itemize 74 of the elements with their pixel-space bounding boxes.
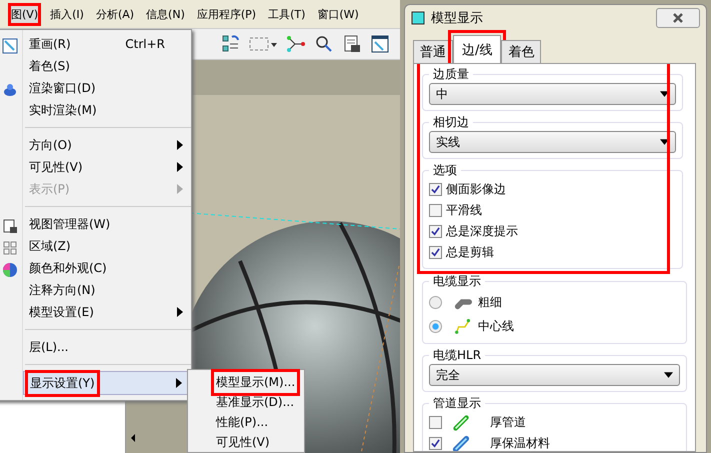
menu-item[interactable]: 重画(R) Ctrl+R [23, 33, 191, 55]
view-manager-icon [2, 218, 18, 234]
menu-bar-item[interactable]: 分析(A) [92, 2, 138, 26]
submenu-arrow-icon [176, 378, 182, 388]
tab[interactable]: 着色 [501, 40, 542, 63]
checkbox-label: 侧面影像边 [446, 181, 506, 198]
menu-bar-item[interactable]: 应用程序(P) [194, 2, 260, 26]
checkbox-label: 厚保温材料 [490, 435, 550, 451]
window-icon[interactable] [370, 34, 390, 54]
dropdown[interactable]: 中 [429, 83, 676, 105]
menu-item[interactable]: 颜色和外观(C) [23, 257, 191, 279]
menu-item[interactable]: 可见性(V) [188, 432, 304, 452]
group-label: 管道显示 [432, 395, 482, 412]
menu-bar-item[interactable]: 插入(I) [47, 2, 87, 26]
checkbox-label: 总是剪辑 [446, 244, 494, 261]
menu-item[interactable]: 视图管理器(W) [23, 213, 191, 235]
repaint-icon [2, 38, 18, 54]
group-label: 电缆显示 [432, 273, 482, 290]
radio-label: 粗细 [478, 294, 502, 310]
checkbox[interactable] [429, 437, 442, 450]
checkbox-label: 平滑线 [446, 202, 482, 219]
checkbox[interactable] [429, 416, 442, 429]
menu-item[interactable]: 基准显示(D)... [188, 392, 304, 412]
checkbox[interactable] [429, 183, 442, 196]
radio-label: 中心线 [478, 318, 514, 334]
camera-sheet-icon[interactable] [342, 34, 362, 54]
group-label: 相切边 [432, 114, 470, 131]
menu-item[interactable]: 方向(O) [23, 134, 191, 156]
checkbox[interactable] [429, 225, 442, 238]
submenu-arrow-icon [177, 140, 183, 150]
menu-item[interactable]: 实时渲染(M) [23, 99, 191, 121]
node-connector-icon[interactable] [286, 34, 306, 54]
centerline-icon [454, 317, 472, 335]
submenu-arrow-icon [177, 162, 183, 172]
close-button[interactable] [656, 8, 700, 28]
menu-item[interactable]: 模型设置(E) [23, 301, 191, 323]
menu-item[interactable]: 注释方向(N) [23, 279, 191, 301]
group-label: 电缆HLR [432, 347, 482, 364]
cube-icon [411, 11, 425, 25]
menu-item[interactable]: 可见性(V) [23, 156, 191, 178]
color-wheel-icon [2, 262, 18, 278]
menu-item[interactable]: 层(L)... [23, 336, 191, 358]
radio-button[interactable] [429, 296, 442, 308]
menu-bar-item[interactable]: 窗口(W) [314, 2, 362, 26]
menu-item[interactable]: 区域(Z) [23, 235, 191, 257]
caret-icon [660, 139, 669, 145]
caret-icon [664, 372, 673, 378]
group-label: 选项 [432, 162, 458, 179]
grid-icon [2, 240, 18, 256]
tab[interactable]: 普通 [413, 40, 453, 63]
checkbox-label: 总是深度提示 [446, 223, 518, 240]
menu-bar-item[interactable]: 信息(N) [143, 2, 188, 26]
window-title: 模型显示 [431, 10, 483, 27]
menu-bar-item[interactable]: 图(V) [8, 2, 42, 26]
checkbox[interactable] [429, 204, 442, 217]
menu-item[interactable]: 渲染窗口(D) [23, 77, 191, 99]
checkbox[interactable] [429, 246, 442, 259]
pipe-icon [452, 414, 470, 432]
teapot-icon [2, 82, 18, 98]
magnifier-icon[interactable] [314, 34, 334, 54]
list-icon[interactable] [220, 34, 240, 54]
radio-button[interactable] [429, 320, 442, 332]
group-label: 边质量 [432, 66, 470, 83]
checkbox-label: 厚管道 [490, 414, 526, 431]
submenu-arrow-icon [177, 184, 183, 194]
close-icon [672, 12, 684, 24]
menu-item[interactable]: 性能(P)... [188, 412, 304, 432]
menu-item[interactable]: 着色(S) [23, 55, 191, 77]
insulated-pipe-icon [452, 434, 470, 451]
menu-bar-item[interactable]: 工具(T) [265, 2, 308, 26]
caret-icon [660, 91, 669, 97]
dropdown[interactable]: 实线 [429, 131, 676, 153]
dropdown[interactable]: 完全 [429, 364, 680, 386]
submenu-arrow-icon [177, 307, 183, 317]
